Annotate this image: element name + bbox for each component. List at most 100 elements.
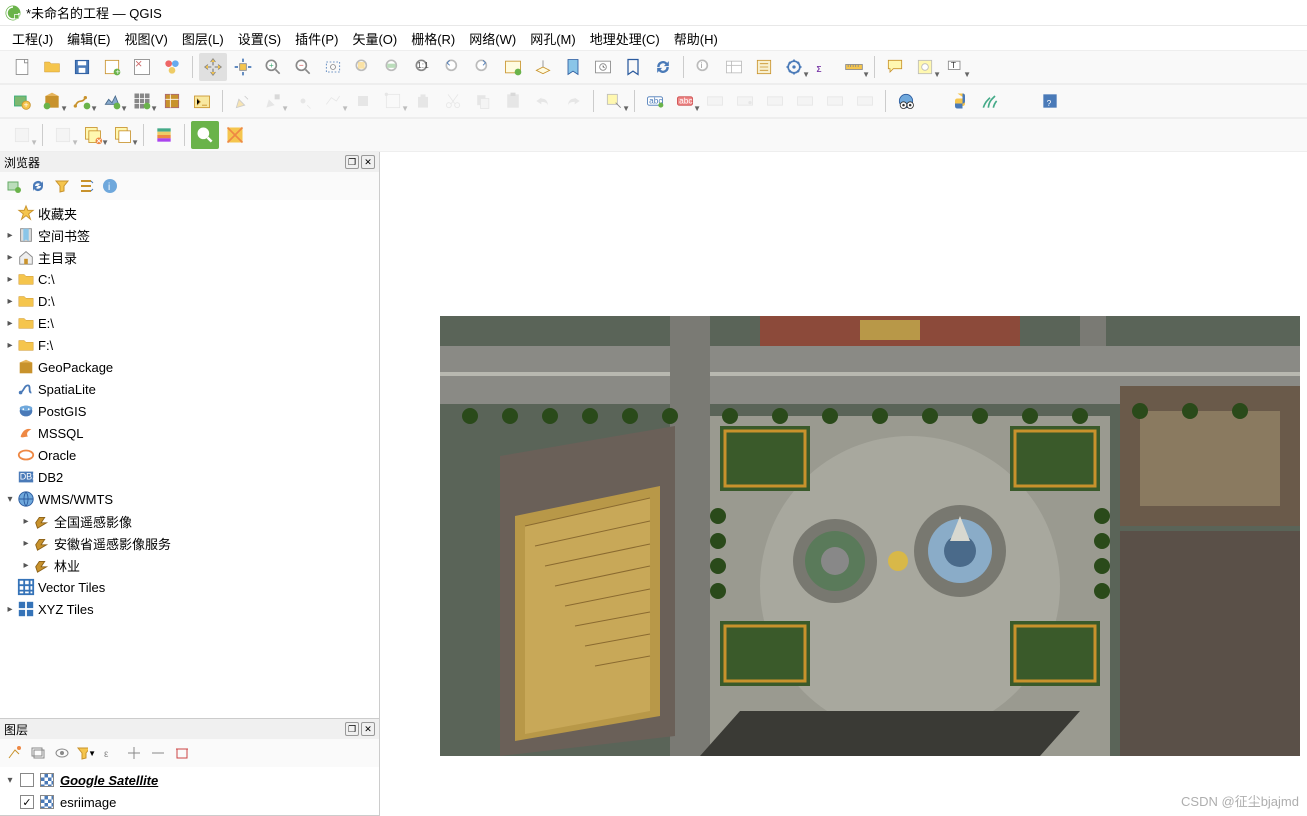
cut-features-button[interactable] — [439, 87, 467, 115]
expand-arrow-icon[interactable]: ▸ — [4, 230, 16, 241]
label-abc-red-button[interactable]: abc▼ — [671, 87, 699, 115]
statistics-button[interactable]: Σ — [810, 53, 838, 81]
invert-selection-button[interactable]: ▼ — [109, 121, 137, 149]
expand-arrow-icon[interactable]: ▸ — [4, 274, 16, 285]
menu-raster[interactable]: 栅格(R) — [407, 27, 459, 50]
digitize-shape-button[interactable]: ▼ — [319, 87, 347, 115]
style-manager-button[interactable] — [158, 53, 186, 81]
help-button[interactable]: ? — [1036, 87, 1064, 115]
label-rotate-button[interactable] — [821, 87, 849, 115]
manage-visibility-icon[interactable] — [52, 743, 72, 763]
select-button[interactable]: ▼ — [911, 53, 939, 81]
add-raster-button[interactable]: ▼ — [98, 87, 126, 115]
attributes-table-button[interactable] — [720, 53, 748, 81]
layout-manager-button[interactable] — [128, 53, 156, 81]
menu-web[interactable]: 网络(W) — [465, 27, 520, 50]
ui-toolbox-button[interactable]: ▼ — [780, 53, 808, 81]
new-print-layout-button[interactable]: + — [98, 53, 126, 81]
panel-undock-icon[interactable]: ❐ — [345, 722, 359, 736]
layers-tree[interactable]: ▾Google Satellite✓esriimage — [0, 767, 379, 815]
save-edits-button[interactable]: ▼ — [259, 87, 287, 115]
menu-vector[interactable]: 矢量(O) — [348, 27, 401, 50]
expand-arrow-icon[interactable]: ▸ — [4, 252, 16, 263]
filter-legend-icon[interactable]: ▼ — [76, 743, 96, 763]
save-project-button[interactable] — [68, 53, 96, 81]
browser-item-wms[interactable]: ▾WMS/WMTS — [0, 488, 379, 510]
panel-close-icon[interactable]: ✕ — [361, 155, 375, 169]
add-group-icon[interactable] — [28, 743, 48, 763]
copy-features-button[interactable] — [469, 87, 497, 115]
python-console-button[interactable] — [946, 87, 974, 115]
expand-arrow-icon[interactable]: ▸ — [20, 560, 32, 571]
label-move-button[interactable] — [791, 87, 819, 115]
redo-button[interactable] — [559, 87, 587, 115]
open-project-button[interactable] — [38, 53, 66, 81]
temporal-controller-button[interactable] — [589, 53, 617, 81]
label-change-button[interactable] — [851, 87, 879, 115]
layer-item[interactable]: ✓esriimage — [0, 791, 379, 813]
annotation-button[interactable]: T▼ — [941, 53, 969, 81]
metasearch-button[interactable] — [892, 87, 920, 115]
expand-all-icon[interactable] — [124, 743, 144, 763]
expand-arrow-icon[interactable]: ▾ — [4, 494, 16, 505]
refresh-browser-icon[interactable] — [28, 176, 48, 196]
paste-features-button[interactable] — [499, 87, 527, 115]
browser-subitem[interactable]: ▸全国遥感影像 — [0, 510, 379, 532]
diagram-button[interactable] — [701, 87, 729, 115]
vertex-tool-button[interactable]: ▼ — [379, 87, 407, 115]
add-layer-icon[interactable] — [4, 176, 24, 196]
filter-expr-icon[interactable]: ε — [100, 743, 120, 763]
browser-item-folder[interactable]: ▸C:\ — [0, 268, 379, 290]
measure-button[interactable]: ▼ — [840, 53, 868, 81]
zoom-next-button[interactable] — [469, 53, 497, 81]
browser-subitem[interactable]: ▸安徽省遥感影像服务 — [0, 532, 379, 554]
move-feature-button[interactable] — [349, 87, 377, 115]
delete-selected-button[interactable] — [409, 87, 437, 115]
zoom-full-button[interactable] — [319, 53, 347, 81]
browser-item-oracle[interactable]: Oracle — [0, 444, 379, 466]
grass-button[interactable] — [976, 87, 1004, 115]
menu-plugins[interactable]: 插件(P) — [291, 27, 342, 50]
zoom-selection-button[interactable] — [349, 53, 377, 81]
deselect-button[interactable]: ▼ — [49, 121, 77, 149]
label-pin-button[interactable] — [731, 87, 759, 115]
select-all-button[interactable]: ▼ — [79, 121, 107, 149]
expand-arrow-icon[interactable]: ▸ — [20, 538, 32, 549]
panel-close-icon[interactable]: ✕ — [361, 722, 375, 736]
filter-browser-icon[interactable] — [52, 176, 72, 196]
browser-item-postgis[interactable]: PostGIS — [0, 400, 379, 422]
new-bookmark-button[interactable] — [559, 53, 587, 81]
properties-widget-icon[interactable]: i — [100, 176, 120, 196]
zoom-native-button[interactable]: 1:1 — [409, 53, 437, 81]
show-bookmarks-button[interactable] — [619, 53, 647, 81]
menu-processing[interactable]: 地理处理(C) — [586, 27, 664, 50]
map-canvas[interactable]: CSDN @征尘bjajmd — [380, 152, 1307, 816]
browser-item-xyztiles[interactable]: ▸XYZ Tiles — [0, 598, 379, 620]
new-project-button[interactable] — [8, 53, 36, 81]
layer-visibility-checkbox[interactable]: ✓ — [20, 795, 34, 809]
expand-arrow-icon[interactable]: ▸ — [4, 318, 16, 329]
layer-visibility-checkbox[interactable] — [20, 773, 34, 787]
browser-subitem[interactable]: ▸林业 — [0, 554, 379, 576]
layer-style-icon[interactable] — [4, 743, 24, 763]
add-feature-button[interactable] — [289, 87, 317, 115]
expand-arrow-icon[interactable]: ▸ — [4, 340, 16, 351]
expand-arrow-icon[interactable]: ▸ — [4, 604, 16, 615]
josm-button[interactable] — [221, 121, 249, 149]
menu-view[interactable]: 视图(V) — [121, 27, 172, 50]
menu-edit[interactable]: 编辑(E) — [63, 27, 114, 50]
label-show-button[interactable] — [761, 87, 789, 115]
quickosm-button[interactable] — [191, 121, 219, 149]
browser-item-home[interactable]: ▸主目录 — [0, 246, 379, 268]
menu-layer[interactable]: 图层(L) — [178, 27, 228, 50]
browser-item-folder[interactable]: ▸D:\ — [0, 290, 379, 312]
label-abc-button[interactable]: abc — [641, 87, 669, 115]
browser-item-vectortiles[interactable]: Vector Tiles — [0, 576, 379, 598]
new-3d-map-button[interactable] — [529, 53, 557, 81]
layer-item[interactable]: ▾Google Satellite — [0, 769, 379, 791]
toggle-editing-button[interactable] — [229, 87, 257, 115]
add-delimited-button[interactable] — [158, 87, 186, 115]
browser-item-folder[interactable]: ▸F:\ — [0, 334, 379, 356]
refresh-button[interactable] — [649, 53, 677, 81]
browser-item-bookmark[interactable]: ▸空间书签 — [0, 224, 379, 246]
